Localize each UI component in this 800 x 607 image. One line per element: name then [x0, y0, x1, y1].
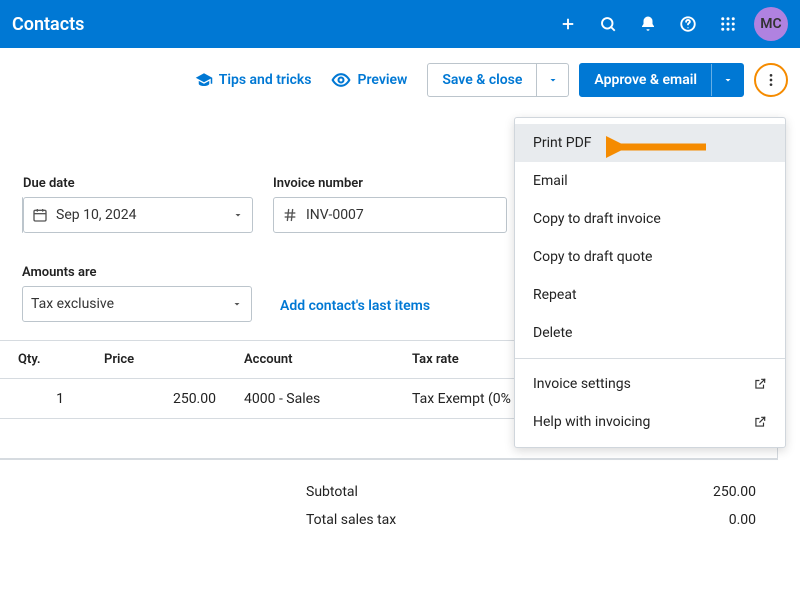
- menu-separator: [515, 358, 785, 359]
- more-menu: Print PDF Email Copy to draft invoice Co…: [514, 117, 786, 448]
- save-close-button[interactable]: Save & close: [427, 63, 569, 97]
- menu-repeat[interactable]: Repeat: [515, 276, 785, 314]
- menu-help-label: Help with invoicing: [533, 414, 650, 430]
- menu-copy-quote[interactable]: Copy to draft quote: [515, 238, 785, 276]
- bell-icon[interactable]: [628, 4, 668, 44]
- invoice-number-input[interactable]: INV-0007: [273, 197, 507, 233]
- search-icon[interactable]: [588, 4, 628, 44]
- amounts-are-value: Tax exclusive: [31, 296, 114, 312]
- action-bar: Tips and tricks Preview Save & close App…: [0, 48, 800, 112]
- avatar[interactable]: MC: [754, 7, 788, 41]
- col-qty: Qty.: [0, 352, 76, 367]
- due-date-input[interactable]: Sep 10, 2024: [23, 197, 253, 233]
- menu-email[interactable]: Email: [515, 162, 785, 200]
- amounts-are-label: Amounts are: [22, 265, 252, 280]
- graduation-cap-icon: [195, 71, 213, 89]
- cell-account[interactable]: 4000 - Sales: [244, 391, 412, 407]
- page-title[interactable]: Contacts: [12, 14, 84, 35]
- calendar-icon: [32, 207, 48, 223]
- menu-print-pdf[interactable]: Print PDF: [515, 124, 785, 162]
- tips-link[interactable]: Tips and tricks: [195, 71, 312, 89]
- save-close-label: Save & close: [428, 72, 536, 88]
- apps-icon[interactable]: [708, 4, 748, 44]
- due-date-label: Due date: [23, 176, 253, 191]
- preview-label: Preview: [357, 72, 407, 88]
- topbar: Contacts MC: [0, 0, 800, 48]
- col-account: Account: [244, 352, 412, 367]
- invoice-number-label: Invoice number: [273, 176, 507, 191]
- menu-delete[interactable]: Delete: [515, 314, 785, 352]
- add-last-items-link[interactable]: Add contact's last items: [280, 298, 430, 322]
- chevron-down-icon: [722, 74, 734, 86]
- chevron-down-icon: [231, 298, 243, 310]
- col-price: Price: [76, 352, 244, 367]
- total-tax-label: Total sales tax: [306, 512, 626, 528]
- totals: Subtotal 250.00 Total sales tax 0.00: [0, 478, 756, 534]
- cell-qty[interactable]: 1: [0, 391, 76, 407]
- tips-label: Tips and tricks: [219, 72, 312, 88]
- hash-icon: [282, 207, 298, 223]
- dots-vertical-icon: [763, 72, 779, 88]
- amounts-are-select[interactable]: Tax exclusive: [22, 286, 252, 322]
- external-link-icon: [753, 377, 767, 391]
- add-icon[interactable]: [548, 4, 588, 44]
- preview-link[interactable]: Preview: [331, 70, 407, 90]
- menu-invoice-settings[interactable]: Invoice settings: [515, 365, 785, 403]
- external-link-icon: [753, 415, 767, 429]
- more-button[interactable]: [754, 63, 788, 97]
- eye-icon: [331, 70, 351, 90]
- subtotal-value: 250.00: [698, 484, 756, 500]
- approve-email-chevron[interactable]: [711, 64, 743, 96]
- due-date-value: Sep 10, 2024: [56, 207, 137, 223]
- total-tax-value: 0.00: [698, 512, 756, 528]
- menu-help-invoicing[interactable]: Help with invoicing: [515, 403, 785, 441]
- invoice-number-value: INV-0007: [306, 207, 364, 223]
- help-icon[interactable]: [668, 4, 708, 44]
- subtotal-label: Subtotal: [306, 484, 626, 500]
- approve-email-button[interactable]: Approve & email: [579, 63, 744, 97]
- approve-email-label: Approve & email: [580, 72, 711, 88]
- chevron-down-icon: [232, 209, 244, 221]
- menu-copy-invoice[interactable]: Copy to draft invoice: [515, 200, 785, 238]
- chevron-down-icon: [547, 74, 559, 86]
- cell-price[interactable]: 250.00: [76, 391, 244, 407]
- menu-settings-label: Invoice settings: [533, 376, 631, 392]
- save-close-chevron[interactable]: [536, 64, 568, 96]
